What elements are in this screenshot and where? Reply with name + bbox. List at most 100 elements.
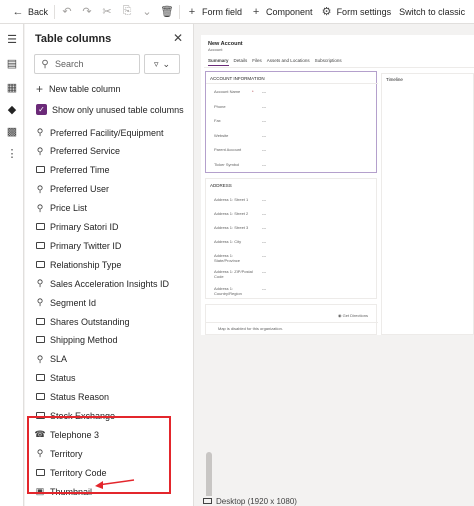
left-rail: ☰ ▤ ▦ ◆ ▩ ⋮ [0, 24, 24, 506]
column-label: Status [50, 373, 76, 384]
field-value[interactable]: --- [262, 162, 266, 167]
chevron-down-icon[interactable]: ⌄ [137, 0, 157, 24]
lookup-icon: ⚲ [36, 202, 44, 213]
tab-subscriptions[interactable]: Subscriptions [315, 58, 342, 66]
tab-details[interactable]: Details [234, 58, 248, 66]
lookup-icon: ⚲ [36, 297, 44, 308]
field-value[interactable]: --- [262, 104, 266, 109]
table-column-item[interactable]: ⚲ Preferred Service [34, 142, 184, 161]
table-column-item[interactable]: Shipping Method [34, 331, 184, 350]
field-value[interactable]: --- [262, 133, 266, 138]
field-label: Address 1: Street 1 [214, 197, 249, 202]
option-set-icon [34, 392, 46, 402]
section-divider [206, 322, 378, 323]
filter-button[interactable]: ▿ ⌄ [144, 54, 180, 74]
field-value[interactable]: --- [262, 211, 266, 216]
table-column-item[interactable]: Preferred Time [34, 161, 184, 180]
highlight-box [27, 416, 171, 494]
switch-classic-label: Switch to classic [399, 6, 466, 17]
field-value[interactable]: --- [262, 197, 266, 202]
components-icon[interactable]: ▤ [5, 56, 19, 70]
table-columns-icon[interactable]: ▦ [5, 80, 19, 94]
column-label: Preferred Time [50, 165, 110, 176]
search-input[interactable] [55, 59, 135, 69]
column-label: Shipping Method [50, 335, 118, 346]
table-column-item[interactable]: Status Reason [34, 388, 184, 407]
field-value[interactable]: --- [262, 286, 266, 291]
field-label: Fax [214, 118, 221, 123]
tree-view-icon[interactable]: ⋮ [5, 146, 19, 160]
field-value[interactable]: --- [262, 239, 266, 244]
table-column-item[interactable]: ⚲ Preferred Facility/Equipment [34, 123, 184, 142]
form-settings-label: Form settings [336, 6, 392, 17]
show-unused-label: Show only unused table columns [52, 104, 184, 115]
field-value[interactable]: --- [262, 118, 266, 123]
field-label: Address 1: City [214, 239, 242, 244]
column-label: Price List [50, 203, 88, 214]
search-box: ⚲ [34, 54, 140, 74]
lookup-icon: ⚲ [36, 127, 44, 137]
section-title: ACCOUNT INFORMATION [210, 76, 265, 81]
field-value[interactable]: --- [262, 253, 266, 258]
device-size-selector[interactable]: Desktop (1920 x 1080) [216, 497, 297, 506]
table-column-item[interactable]: ⚲ SLA [34, 350, 184, 369]
search-icon: ⚲ [41, 58, 49, 70]
undo-icon[interactable]: ↶ [57, 0, 77, 24]
table-column-item[interactable]: Primary Satori ID [34, 218, 184, 237]
field-value[interactable]: --- [262, 147, 266, 152]
toolbar-divider [179, 4, 181, 19]
location-icon: ◉ [338, 313, 342, 318]
toolbar-divider [54, 4, 56, 19]
add-form-field-button[interactable]: + Form field [182, 0, 246, 24]
table-column-item[interactable]: Yomi Account Name [34, 501, 184, 506]
add-component-button[interactable]: + Component [246, 0, 317, 24]
field-value[interactable]: --- [262, 89, 266, 94]
table-column-item[interactable]: ⚲ Segment Id [34, 293, 184, 312]
table-column-item[interactable]: ⚲ Sales Acceleration Insights ID [34, 274, 184, 293]
field-label: Address 1: Country/Region [214, 286, 242, 296]
table-column-item[interactable]: Shares Outstanding [34, 312, 184, 331]
map-section[interactable]: ◉ Get Directions Map is disabled for thi… [205, 304, 378, 335]
tab-assets-and-locations[interactable]: Assets and Locations [267, 58, 310, 66]
field-value[interactable]: --- [262, 225, 266, 230]
component-label: Component [266, 6, 313, 17]
table-column-item[interactable]: Relationship Type [34, 255, 184, 274]
back-button[interactable]: ← Back [8, 0, 52, 24]
plus-icon: + [188, 5, 196, 18]
form-field-label: Form field [202, 6, 243, 17]
tab-files[interactable]: Files [252, 58, 262, 66]
close-icon[interactable]: ✕ [171, 31, 185, 45]
table-column-item[interactable]: ⚲ Price List [34, 199, 184, 218]
address-section[interactable]: ADDRESS Address 1: Street 1 --- Address 1:… [205, 178, 377, 299]
table-column-item[interactable]: ⚲ Preferred User [34, 180, 184, 199]
paste-icon[interactable]: ⎘ [117, 0, 137, 24]
section-divider [206, 83, 378, 84]
tabs-divider [204, 67, 474, 68]
lookup-icon: ⚲ [36, 183, 44, 194]
switch-to-classic-button[interactable]: Switch to classic [395, 0, 469, 24]
show-unused-toggle[interactable]: ✓ Show only unused table columns [36, 104, 184, 115]
hamburger-menu-icon[interactable]: ☰ [5, 32, 19, 46]
timeline-section[interactable]: Timeline [381, 73, 474, 335]
data-layers-icon[interactable]: ◆ [5, 102, 19, 116]
delete-icon[interactable]: 🗑 [157, 0, 177, 24]
account-information-section[interactable]: ACCOUNT INFORMATION Account Name * --- Phon… [205, 71, 378, 173]
text-field-icon [34, 222, 46, 232]
cut-icon[interactable]: ✂ [97, 0, 117, 24]
form-settings-button[interactable]: ⚙ Form settings [317, 0, 396, 24]
new-table-column-button[interactable]: + New table column [36, 82, 121, 96]
table-column-item[interactable]: Status [34, 369, 184, 388]
map-disabled-note: Map is disabled for this organization. [218, 326, 283, 331]
plus-icon: + [252, 5, 260, 18]
table-column-item[interactable]: Primary Twitter ID [34, 236, 184, 255]
form-libraries-icon[interactable]: ▩ [5, 124, 19, 138]
field-label: Address 1: ZIP/Postal Code [214, 269, 253, 279]
form-canvas: New Account Account Summary Details File… [201, 35, 474, 335]
column-label: Primary Satori ID [50, 222, 119, 232]
tab-summary[interactable]: Summary [208, 58, 229, 66]
field-value[interactable]: --- [262, 269, 266, 274]
get-directions-link[interactable]: ◉ Get Directions [338, 313, 368, 318]
checkbox-checked-icon[interactable]: ✓ [36, 104, 47, 115]
get-directions-label: Get Directions [342, 313, 368, 318]
redo-icon[interactable]: ↷ [77, 0, 97, 24]
